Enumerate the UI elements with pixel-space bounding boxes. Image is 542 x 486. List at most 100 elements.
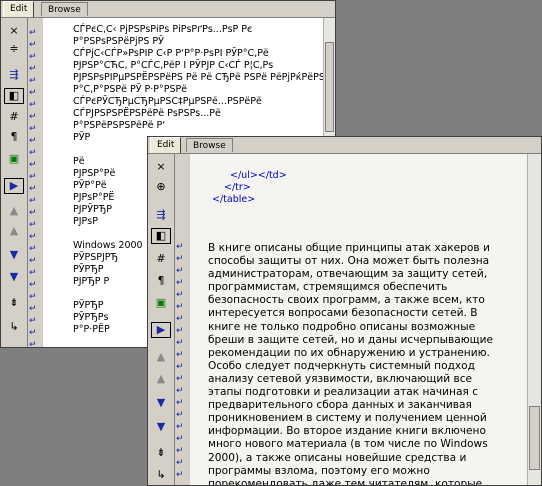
line-marker-icon: ↵: [29, 88, 37, 98]
line-marker-icon: ↵: [29, 316, 37, 326]
html-code-line: </tr>: [224, 182, 251, 193]
text-area[interactable]: </ul></td> </tr> </table> В книге описан…: [190, 154, 527, 485]
line-marker-icon: ↵: [176, 278, 184, 288]
goto-icon[interactable]: ↳: [4, 318, 24, 336]
text-line: РЈРЎРЂР: [73, 204, 112, 215]
text-line: СЃРЈРЅРЅРЁРЅРёРё РѕРЅРѕ...Рё: [73, 108, 221, 119]
line-marker-icon: ↵: [29, 256, 37, 266]
line-marker-icon: ↵: [176, 314, 184, 324]
text-line: Windows 2000: [73, 240, 143, 251]
side-toolbar: × ⊕ ⇶ ◧ # ¶ ▣ ▶ ▲ ▲ ▼ ▼ ⇟ ↳ ⇲: [148, 154, 175, 485]
line-marker-icon: ↵: [176, 362, 184, 372]
wrap-icon[interactable]: ⇶: [151, 206, 171, 224]
screen-icon[interactable]: ▣: [151, 294, 171, 312]
html-code-line: </table>: [212, 194, 256, 205]
text-line: СЃРєС‚С‹ РјРЅРѕРіРѕ РіРѕРґРѕ...РѕР Рє: [73, 24, 253, 35]
close-icon[interactable]: ×: [4, 22, 24, 40]
line-marker-icon: ↵: [29, 328, 37, 338]
vertical-scrollbar[interactable]: [527, 154, 541, 485]
line-marker-icon: ↵: [176, 242, 184, 252]
text-line: РЎРЂР: [73, 264, 104, 275]
line-marker-icon: ↵: [176, 350, 184, 360]
tab-edit[interactable]: Edit: [150, 137, 182, 153]
columns-icon[interactable]: ◧: [4, 88, 24, 104]
pilcrow-icon[interactable]: ¶: [151, 272, 171, 290]
text-line: РЈРЅР°СЋС‚ Р°СЃС‚РёР І РЎРЈР С‹СЃ Р¦С‚Рѕ: [73, 60, 274, 71]
line-marker-icon: ↵: [29, 220, 37, 230]
hash-icon[interactable]: #: [151, 250, 171, 268]
line-marker-icon: ↵: [29, 148, 37, 158]
line-marker-icon: ↵: [176, 386, 184, 396]
indent-icon[interactable]: ⇟: [151, 444, 171, 462]
line-marker-icon: ↵: [29, 100, 37, 110]
text-line: Рё: [73, 156, 85, 167]
indent-icon[interactable]: ⇟: [4, 294, 24, 312]
line-marker-icon: ↵: [29, 136, 37, 146]
line-marker-icon: ↵: [29, 280, 37, 290]
arrow-down-icon[interactable]: ▼: [4, 246, 24, 264]
line-marker-icon: ↵: [176, 434, 184, 444]
line-marker-icon: ↵: [176, 470, 184, 480]
tab-browse[interactable]: Browse: [186, 138, 233, 152]
split-icon[interactable]: ⊕: [151, 178, 171, 196]
arrow-up-end-icon[interactable]: ▲: [4, 222, 24, 240]
text-line: РЈРЅРѕРІРµРЅРЁРЅРёРЅ Рё Рё СЂРё РЅРё РёР…: [73, 72, 323, 83]
line-marker-icon: ↵: [29, 244, 37, 254]
line-marker-icon: ↵: [29, 28, 37, 38]
editor-window-front: Edit Browse × ⊕ ⇶ ◧ # ¶ ▣ ▶ ▲ ▲ ▼ ▼ ⇟ ↳ …: [147, 136, 542, 486]
line-marker-icon: ↵: [29, 184, 37, 194]
line-marker-icon: ↵: [176, 326, 184, 336]
tab-bar: Edit Browse: [148, 137, 541, 154]
arrow-up-icon[interactable]: ▲: [151, 348, 171, 366]
tab-edit[interactable]: Edit: [3, 1, 35, 17]
line-marker-icon: ↵: [29, 124, 37, 134]
line-marker-icon: ↵: [176, 446, 184, 456]
goto-icon[interactable]: ↳: [151, 466, 171, 484]
line-marker-icon: ↵: [176, 458, 184, 468]
line-marker-icon: ↵: [176, 254, 184, 264]
close-icon[interactable]: ×: [151, 158, 171, 176]
line-marker-icon: ↵: [29, 52, 37, 62]
line-marker-icon: ↵: [29, 292, 37, 302]
text-line: СЃРјС‹СЃР»РѕРІР С‹Р Р‘Р°Р·РѕРІ РЎР°С‚Рё: [73, 48, 269, 59]
side-toolbar: × ≑ ⇶ ◧ # ¶ ▣ ▶ ▲ ▲ ▼ ▼ ⇟ ↳: [1, 18, 28, 347]
arrow-up-icon[interactable]: ▲: [4, 202, 24, 220]
scroll-thumb[interactable]: [529, 406, 540, 470]
play-icon[interactable]: ▶: [151, 322, 171, 338]
line-marker-icon: ↵: [29, 304, 37, 314]
arrow-up-end-icon[interactable]: ▲: [151, 370, 171, 388]
text-line: РЈРЅР°Рё: [73, 168, 116, 179]
line-marker-icon: ↵: [29, 340, 37, 348]
line-marker-icon: ↵: [29, 232, 37, 242]
text-line: РЎРЂР: [73, 300, 104, 311]
line-marker-icon: ↵: [176, 398, 184, 408]
arrow-down-end-icon[interactable]: ▼: [4, 268, 24, 286]
screen-icon[interactable]: ▣: [4, 150, 24, 168]
line-marker-icon: ↵: [29, 40, 37, 50]
split-icon[interactable]: ≑: [4, 40, 24, 58]
line-marker-icon: ↵: [176, 302, 184, 312]
text-line: Р°С‚Р°РЅРё РЎ Р·Р°РЅРё: [73, 84, 188, 95]
text-line: Р°РЅРёРЅРЅРёРё Р‘: [73, 120, 166, 131]
line-marker-icon: ↵: [29, 112, 37, 122]
line-marker-icon: ↵: [176, 290, 184, 300]
hash-icon[interactable]: #: [4, 108, 24, 126]
tab-browse[interactable]: Browse: [41, 2, 88, 16]
play-icon[interactable]: ▶: [4, 178, 24, 194]
columns-icon[interactable]: ◧: [151, 228, 171, 244]
arrow-down-end-icon[interactable]: ▼: [151, 418, 171, 436]
text-line: РЎРЅРЈРЂ: [73, 252, 119, 263]
line-marker-gutter: ↵ ↵ ↵ ↵ ↵ ↵ ↵ ↵ ↵ ↵ ↵ ↵ ↵ ↵ ↵ ↵ ↵ ↵ ↵ ↵ …: [28, 18, 42, 347]
line-marker-icon: ↵: [29, 268, 37, 278]
line-marker-icon: ↵: [29, 64, 37, 74]
pilcrow-icon[interactable]: ¶: [4, 128, 24, 146]
scroll-thumb[interactable]: [325, 42, 334, 132]
wrap-icon[interactable]: ⇶: [4, 66, 24, 84]
html-code-line: </ul></td>: [230, 170, 287, 181]
arrow-down-icon[interactable]: ▼: [151, 394, 171, 412]
line-marker-icon: ↵: [29, 172, 37, 182]
line-marker-icon: ↵: [176, 338, 184, 348]
text-line: РЎР°Рё: [73, 180, 107, 191]
line-marker-icon: ↵: [176, 266, 184, 276]
line-marker-icon: ↵: [29, 208, 37, 218]
